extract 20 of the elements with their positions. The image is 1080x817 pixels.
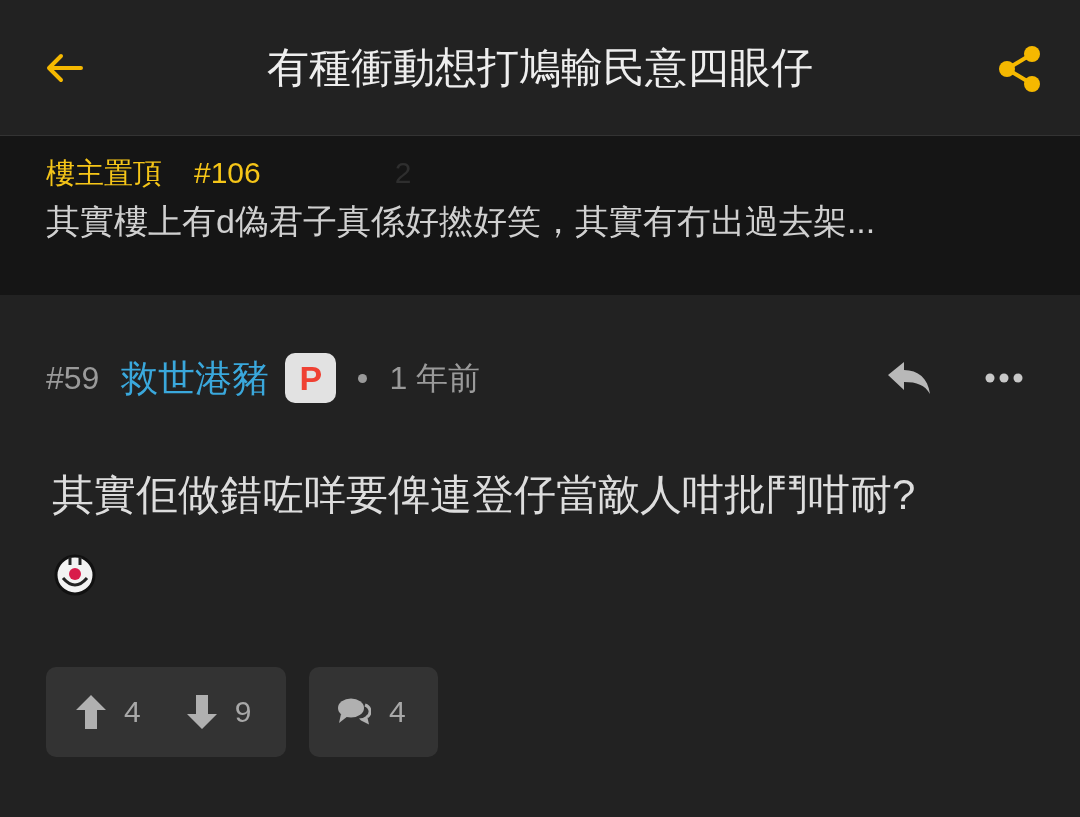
downvote-button[interactable]: 9 [186,695,252,729]
upvote-button[interactable]: 4 [76,695,141,729]
comments-button[interactable]: 4 [309,667,438,757]
reply-icon [886,360,932,396]
pinned-post-excerpt: 其實樓上有d偽君子真係好撚好笑，其實有冇出過去架... [46,204,877,238]
up-arrow-icon [76,695,106,729]
page-title: 有種衝動想打鳩輸民意四眼仔 [267,46,813,89]
post-body: 其實佢做錯咗咩要俾連登仔當敵人咁批鬥咁耐? [52,474,917,516]
post-time: 1 年前 [389,362,481,394]
share-icon [998,45,1042,93]
pinned-label: 樓主置頂 [46,158,162,188]
user-badge: P [285,353,337,403]
author-name[interactable]: 救世港豬 [121,359,270,397]
more-icon [985,373,1023,383]
down-arrow-icon [186,695,217,729]
pinned-post-number: #106 [194,158,261,188]
speech-bubbles-icon [337,697,371,727]
clown-emoji-icon [54,554,96,596]
post-number: #59 [46,362,100,394]
back-arrow-icon [45,53,83,83]
